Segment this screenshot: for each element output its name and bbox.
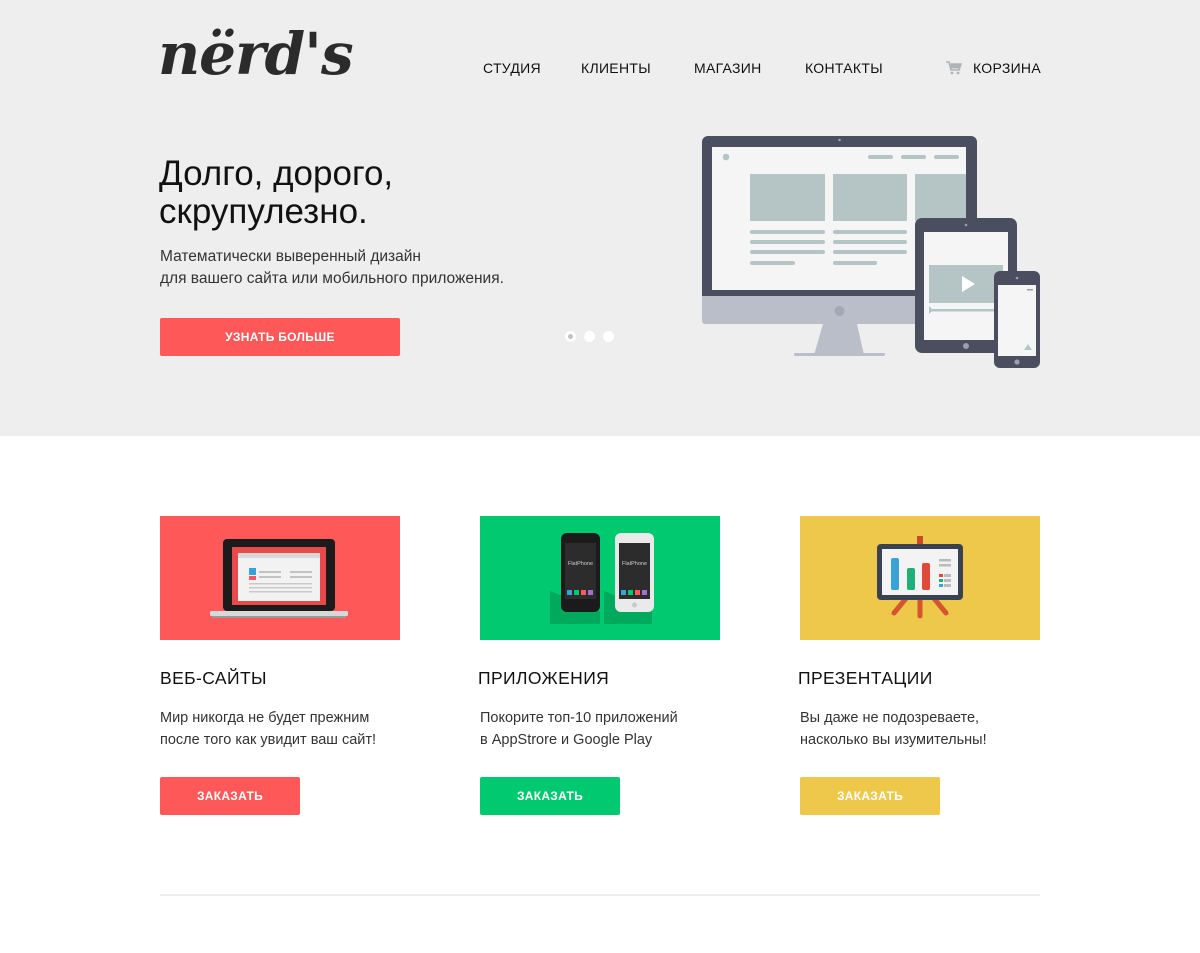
- section-divider: [160, 894, 1040, 896]
- learn-more-button[interactable]: УЗНАТЬ БОЛЬШЕ: [160, 318, 400, 356]
- order-apps-button[interactable]: ЗАКАЗАТЬ: [480, 777, 620, 815]
- phone-1-label: FlatPhone: [568, 561, 593, 567]
- card-text-line-2: после того как увидит ваш сайт!: [160, 732, 377, 748]
- hero-title-line-2: скрупулезно.: [159, 192, 368, 231]
- slider-dot-2[interactable]: [584, 331, 595, 342]
- hero-subtitle: Математически выверенный дизайн для ваше…: [160, 246, 580, 290]
- nav-item-shop[interactable]: МАГАЗИН: [694, 58, 762, 78]
- card-text-line-2: насколько вы изумительны!: [800, 732, 987, 748]
- card-text-line-1: Покорите топ-10 приложений: [480, 710, 678, 726]
- slider-dot-3[interactable]: [603, 331, 614, 342]
- laptop-illustration: [160, 516, 400, 640]
- card-text-line-2: в AppStrore и Google Play: [480, 732, 653, 748]
- card-text-presentations: Вы даже не подозреваете, насколько вы из…: [800, 707, 1060, 751]
- slider-dot-1[interactable]: [565, 331, 576, 342]
- nav-item-clients[interactable]: КЛИЕНТЫ: [581, 58, 651, 78]
- nav-item-contacts[interactable]: КОНТАКТЫ: [805, 58, 883, 78]
- card-text-websites: Мир никогда не будет прежним после того …: [160, 707, 420, 751]
- hero-title-line-1: Долго, дорого,: [159, 154, 394, 193]
- hero-subtitle-line-1: Математически выверенный дизайн: [160, 248, 421, 265]
- hero-title: Долго, дорого, скрупулезно.: [159, 155, 559, 231]
- cart-icon: [946, 61, 962, 75]
- order-websites-button[interactable]: ЗАКАЗАТЬ: [160, 777, 300, 815]
- card-title-websites: ВЕБ-САЙТЫ: [160, 668, 267, 688]
- phones-illustration: FlatPhone FlatPhone: [480, 516, 720, 640]
- phone-illustration: [994, 271, 1040, 368]
- cart-label: КОРЗИНА: [973, 60, 1041, 76]
- devices-illustration: [702, 136, 1040, 368]
- nav-item-studio[interactable]: СТУДИЯ: [483, 58, 541, 78]
- phone-2-label: FlatPhone: [622, 561, 647, 567]
- cart-link[interactable]: КОРЗИНА: [946, 58, 1041, 78]
- card-title-presentations: ПРЕЗЕНТАЦИИ: [798, 668, 933, 688]
- card-title-apps: ПРИЛОЖЕНИЯ: [478, 668, 610, 688]
- card-text-line-1: Мир никогда не будет прежним: [160, 710, 370, 726]
- logo[interactable]: nërd's: [158, 22, 354, 86]
- card-text-line-1: Вы даже не подозреваете,: [800, 710, 980, 726]
- card-text-apps: Покорите топ-10 приложений в AppStrore и…: [480, 707, 740, 751]
- order-presentations-button[interactable]: ЗАКАЗАТЬ: [800, 777, 940, 815]
- presentation-board-illustration: [800, 516, 1040, 640]
- hero-section: nërd's СТУДИЯ КЛИЕНТЫ МАГАЗИН КОНТАКТЫ К…: [0, 0, 1200, 436]
- hero-subtitle-line-2: для вашего сайта или мобильного приложен…: [160, 270, 504, 287]
